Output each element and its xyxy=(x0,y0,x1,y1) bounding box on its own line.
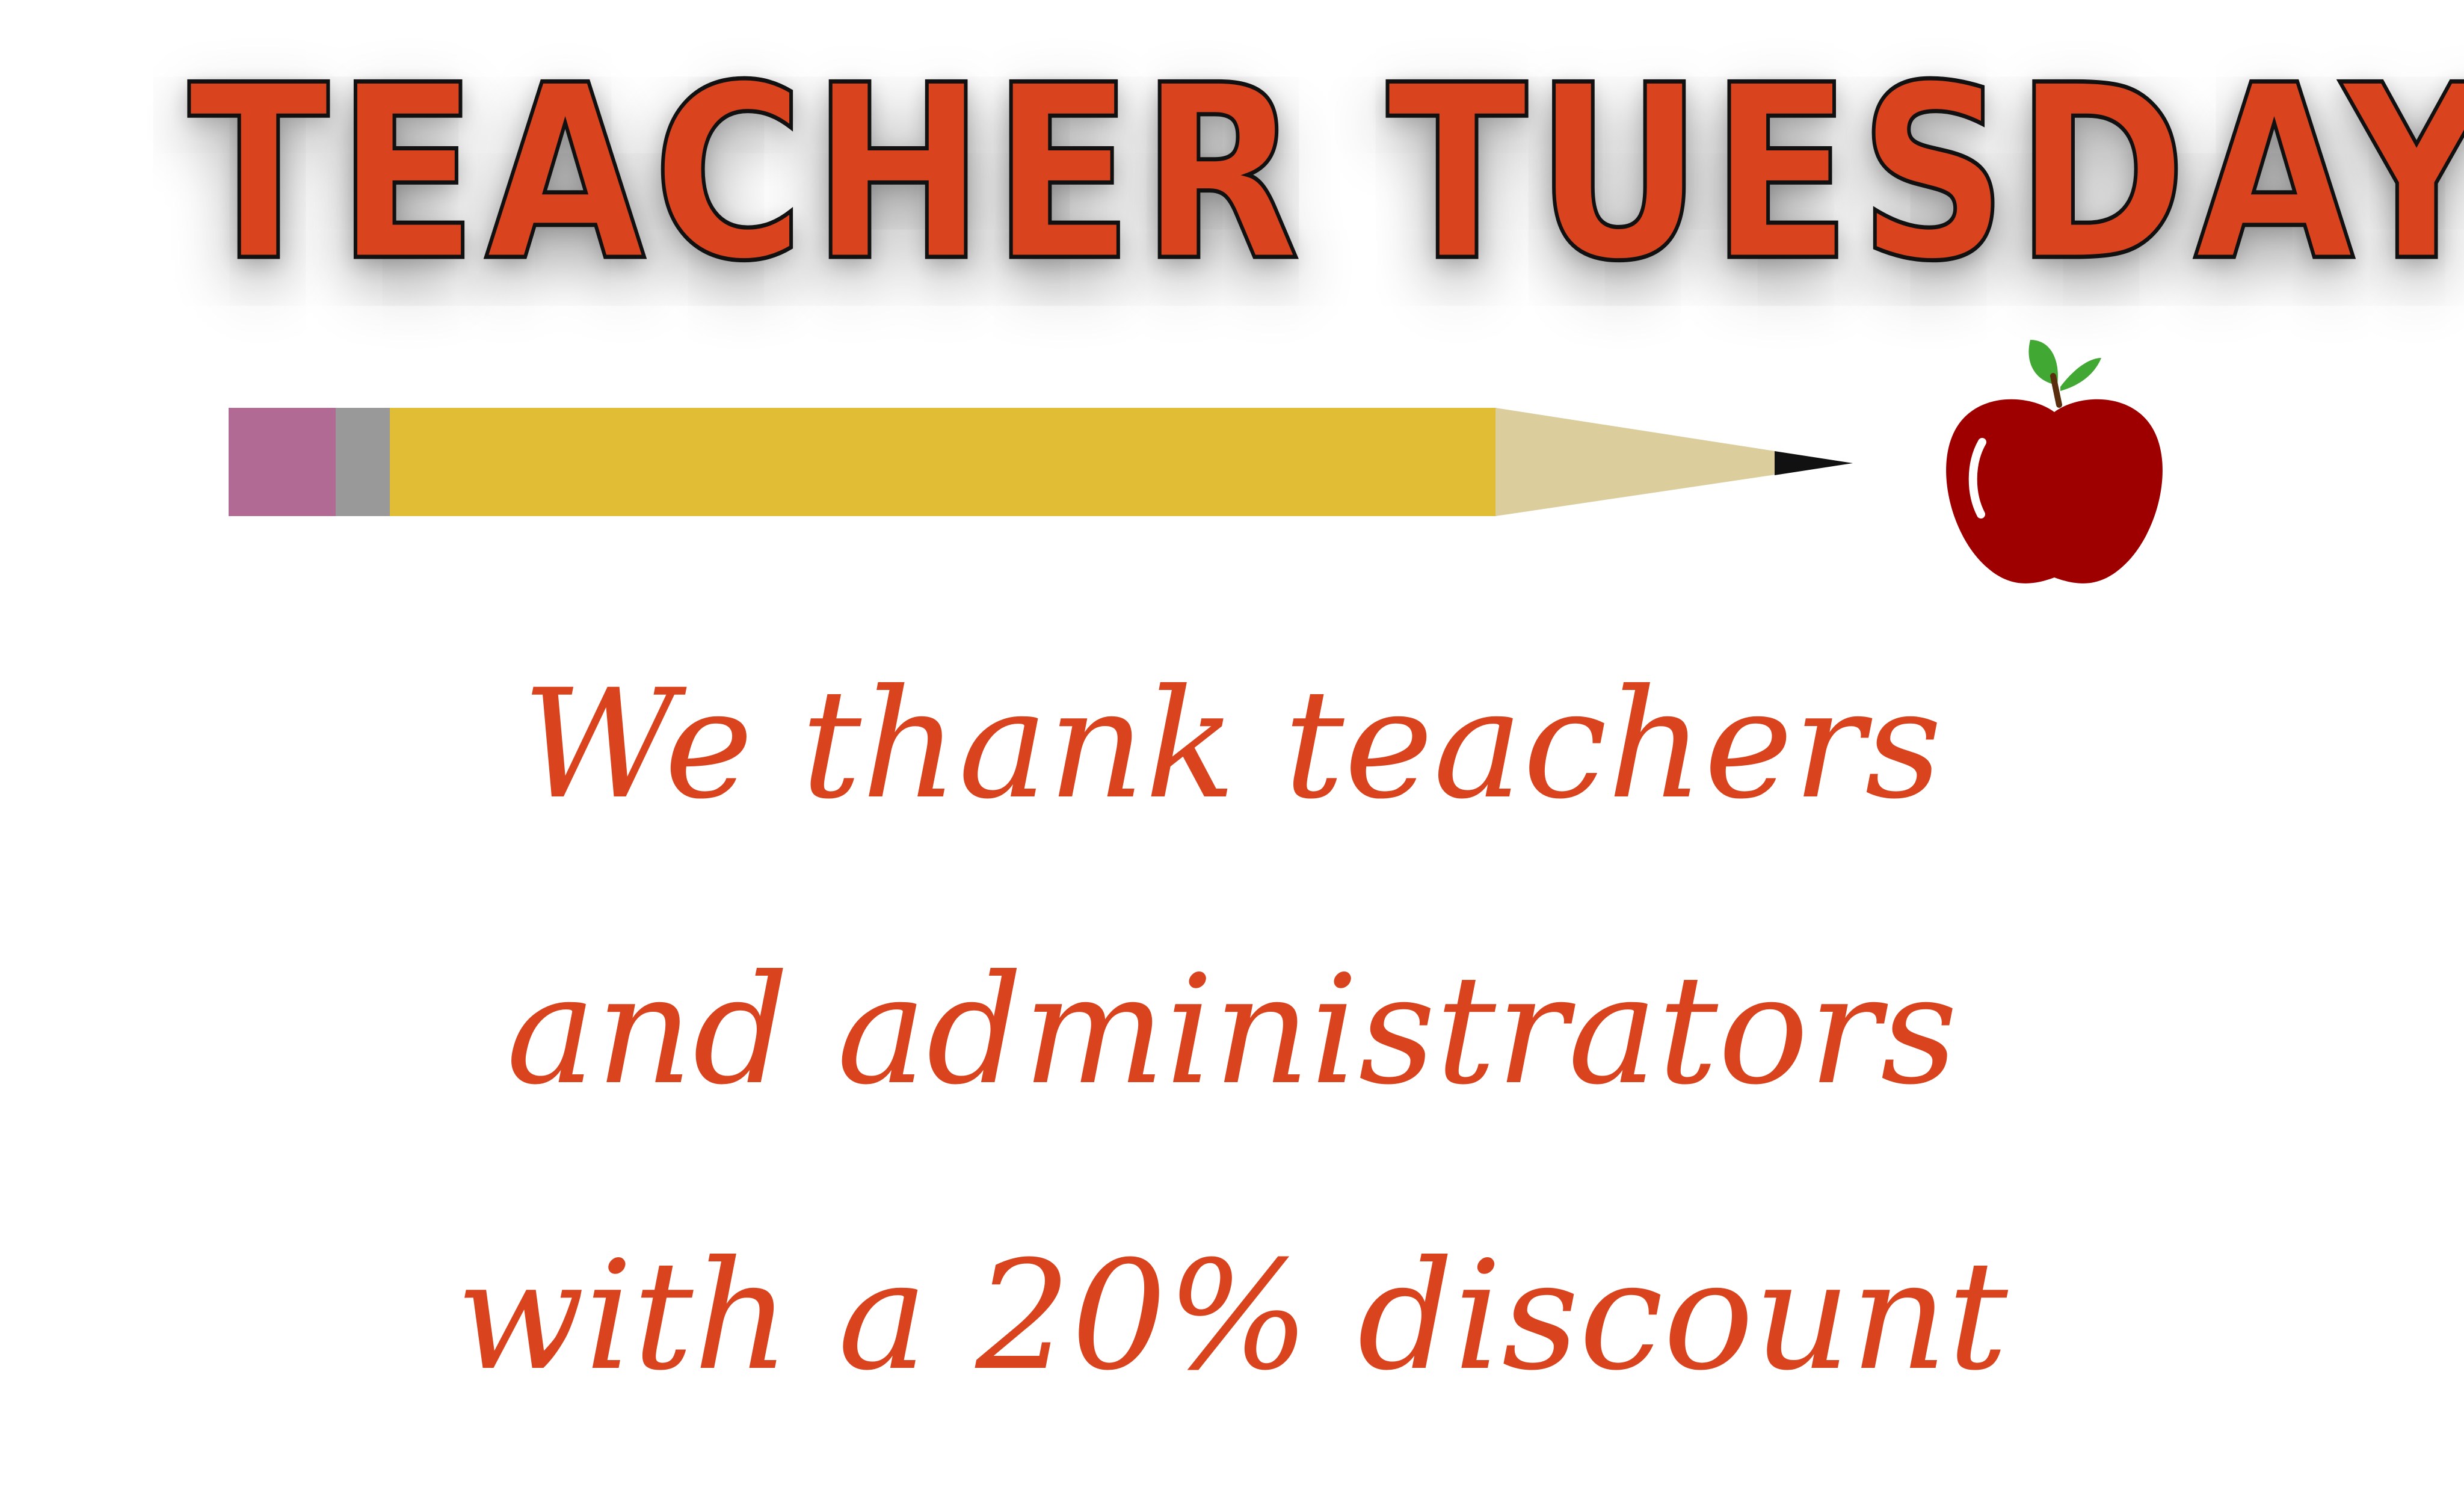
message-line-1: We thank teachers xyxy=(522,657,1942,832)
pencil-ferrule xyxy=(336,408,391,516)
apple-stem xyxy=(2050,373,2062,408)
title-container: TEACHER TUESDAY xyxy=(0,34,2464,314)
pencil-icon xyxy=(229,408,1853,516)
pencil-body xyxy=(390,408,1497,516)
page-title: TEACHER TUESDAY xyxy=(186,34,2464,314)
pencil-lead-tip xyxy=(1775,451,1853,475)
message-line-3: with a 20% discount xyxy=(456,1228,2008,1403)
apple-leaf-right xyxy=(2060,358,2101,391)
discount-message: We thank teachers and administrators wit… xyxy=(0,602,2464,1459)
pencil-eraser xyxy=(229,408,337,516)
apple-body xyxy=(1946,399,2163,583)
apple-icon xyxy=(1946,340,2163,583)
flyer-canvas: TEACHER TUESDAY We thank teachers and ad… xyxy=(0,0,2464,1496)
message-line-2: and administrators xyxy=(506,943,1958,1118)
